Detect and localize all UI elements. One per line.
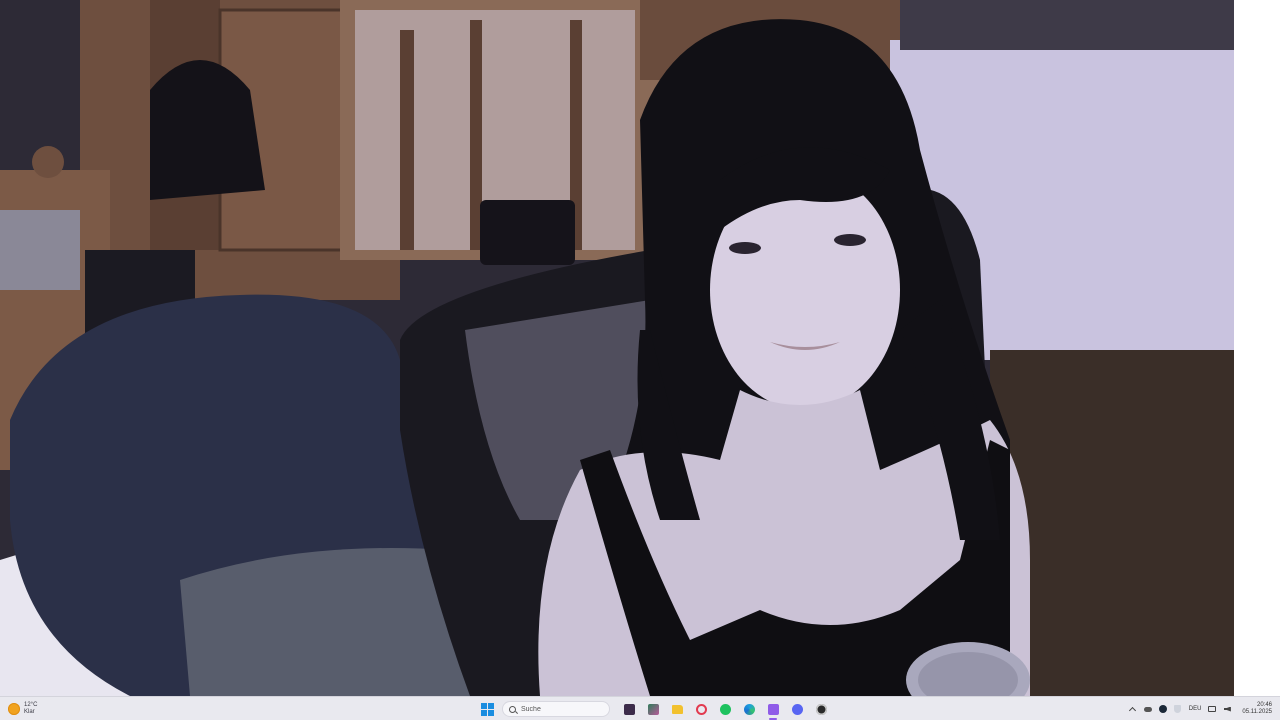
discord-icon <box>791 703 803 715</box>
desktop-background-strip <box>1234 0 1280 696</box>
terminal-app-button[interactable] <box>620 700 638 718</box>
clock-time: 20:46 <box>1256 702 1272 708</box>
onedrive-tray-button[interactable] <box>1143 705 1152 713</box>
sun-icon <box>8 703 20 715</box>
desktop <box>0 0 1280 696</box>
weather-text: 12°C Klar <box>24 702 37 716</box>
twitch-icon <box>767 703 779 715</box>
input-language-indicator[interactable]: DEU <box>1189 706 1202 712</box>
monitor-icon <box>1208 706 1217 712</box>
shield-icon <box>1174 705 1182 713</box>
windows-start-icon <box>480 702 494 716</box>
weather-widget[interactable]: 12°C Klar <box>8 700 37 718</box>
steam-tray-button[interactable] <box>1158 705 1167 713</box>
taskbar-search-box[interactable] <box>502 701 610 717</box>
network-tray-button[interactable] <box>1208 705 1217 713</box>
search-icon <box>509 705 516 713</box>
volume-tray-button[interactable] <box>1223 705 1231 713</box>
terminal-icon <box>623 703 635 715</box>
speaker-icon <box>1223 706 1231 712</box>
spotify-app-button[interactable] <box>716 700 734 718</box>
spotify-icon <box>719 703 731 715</box>
opera-browser-button[interactable] <box>692 700 710 718</box>
webcam-video-window <box>0 0 1234 696</box>
weather-temperature: 12°C <box>24 702 38 708</box>
cloud-icon <box>1143 706 1152 712</box>
edge-browser-button[interactable] <box>740 700 758 718</box>
start-button[interactable] <box>478 700 496 718</box>
twitch-app-button[interactable] <box>764 700 782 720</box>
obs-icon <box>815 703 827 715</box>
widgets-icon <box>647 703 659 715</box>
edge-icon <box>743 703 755 715</box>
folder-icon <box>671 704 683 714</box>
discord-app-button[interactable] <box>788 700 806 718</box>
steam-icon <box>1158 705 1167 713</box>
taskbar-center-apps <box>478 699 830 720</box>
weather-condition: Klar <box>24 709 35 715</box>
taskbar: 12°C Klar DEU 20:46 05.11.2025 <box>0 696 1280 720</box>
obs-app-button[interactable] <box>812 700 830 718</box>
taskbar-clock[interactable]: 20:46 05.11.2025 <box>1242 702 1272 716</box>
webcam-feed-image <box>0 0 1234 696</box>
search-input[interactable] <box>521 705 601 713</box>
chevron-up-icon <box>1129 706 1137 715</box>
widgets-app-button[interactable] <box>644 700 662 718</box>
security-tray-button[interactable] <box>1174 705 1182 713</box>
file-explorer-button[interactable] <box>668 700 686 718</box>
clock-date: 05.11.2025 <box>1242 709 1272 715</box>
show-hidden-icons-button[interactable] <box>1129 705 1137 715</box>
opera-icon <box>695 703 707 715</box>
system-tray: DEU 20:46 05.11.2025 <box>1129 700 1272 718</box>
